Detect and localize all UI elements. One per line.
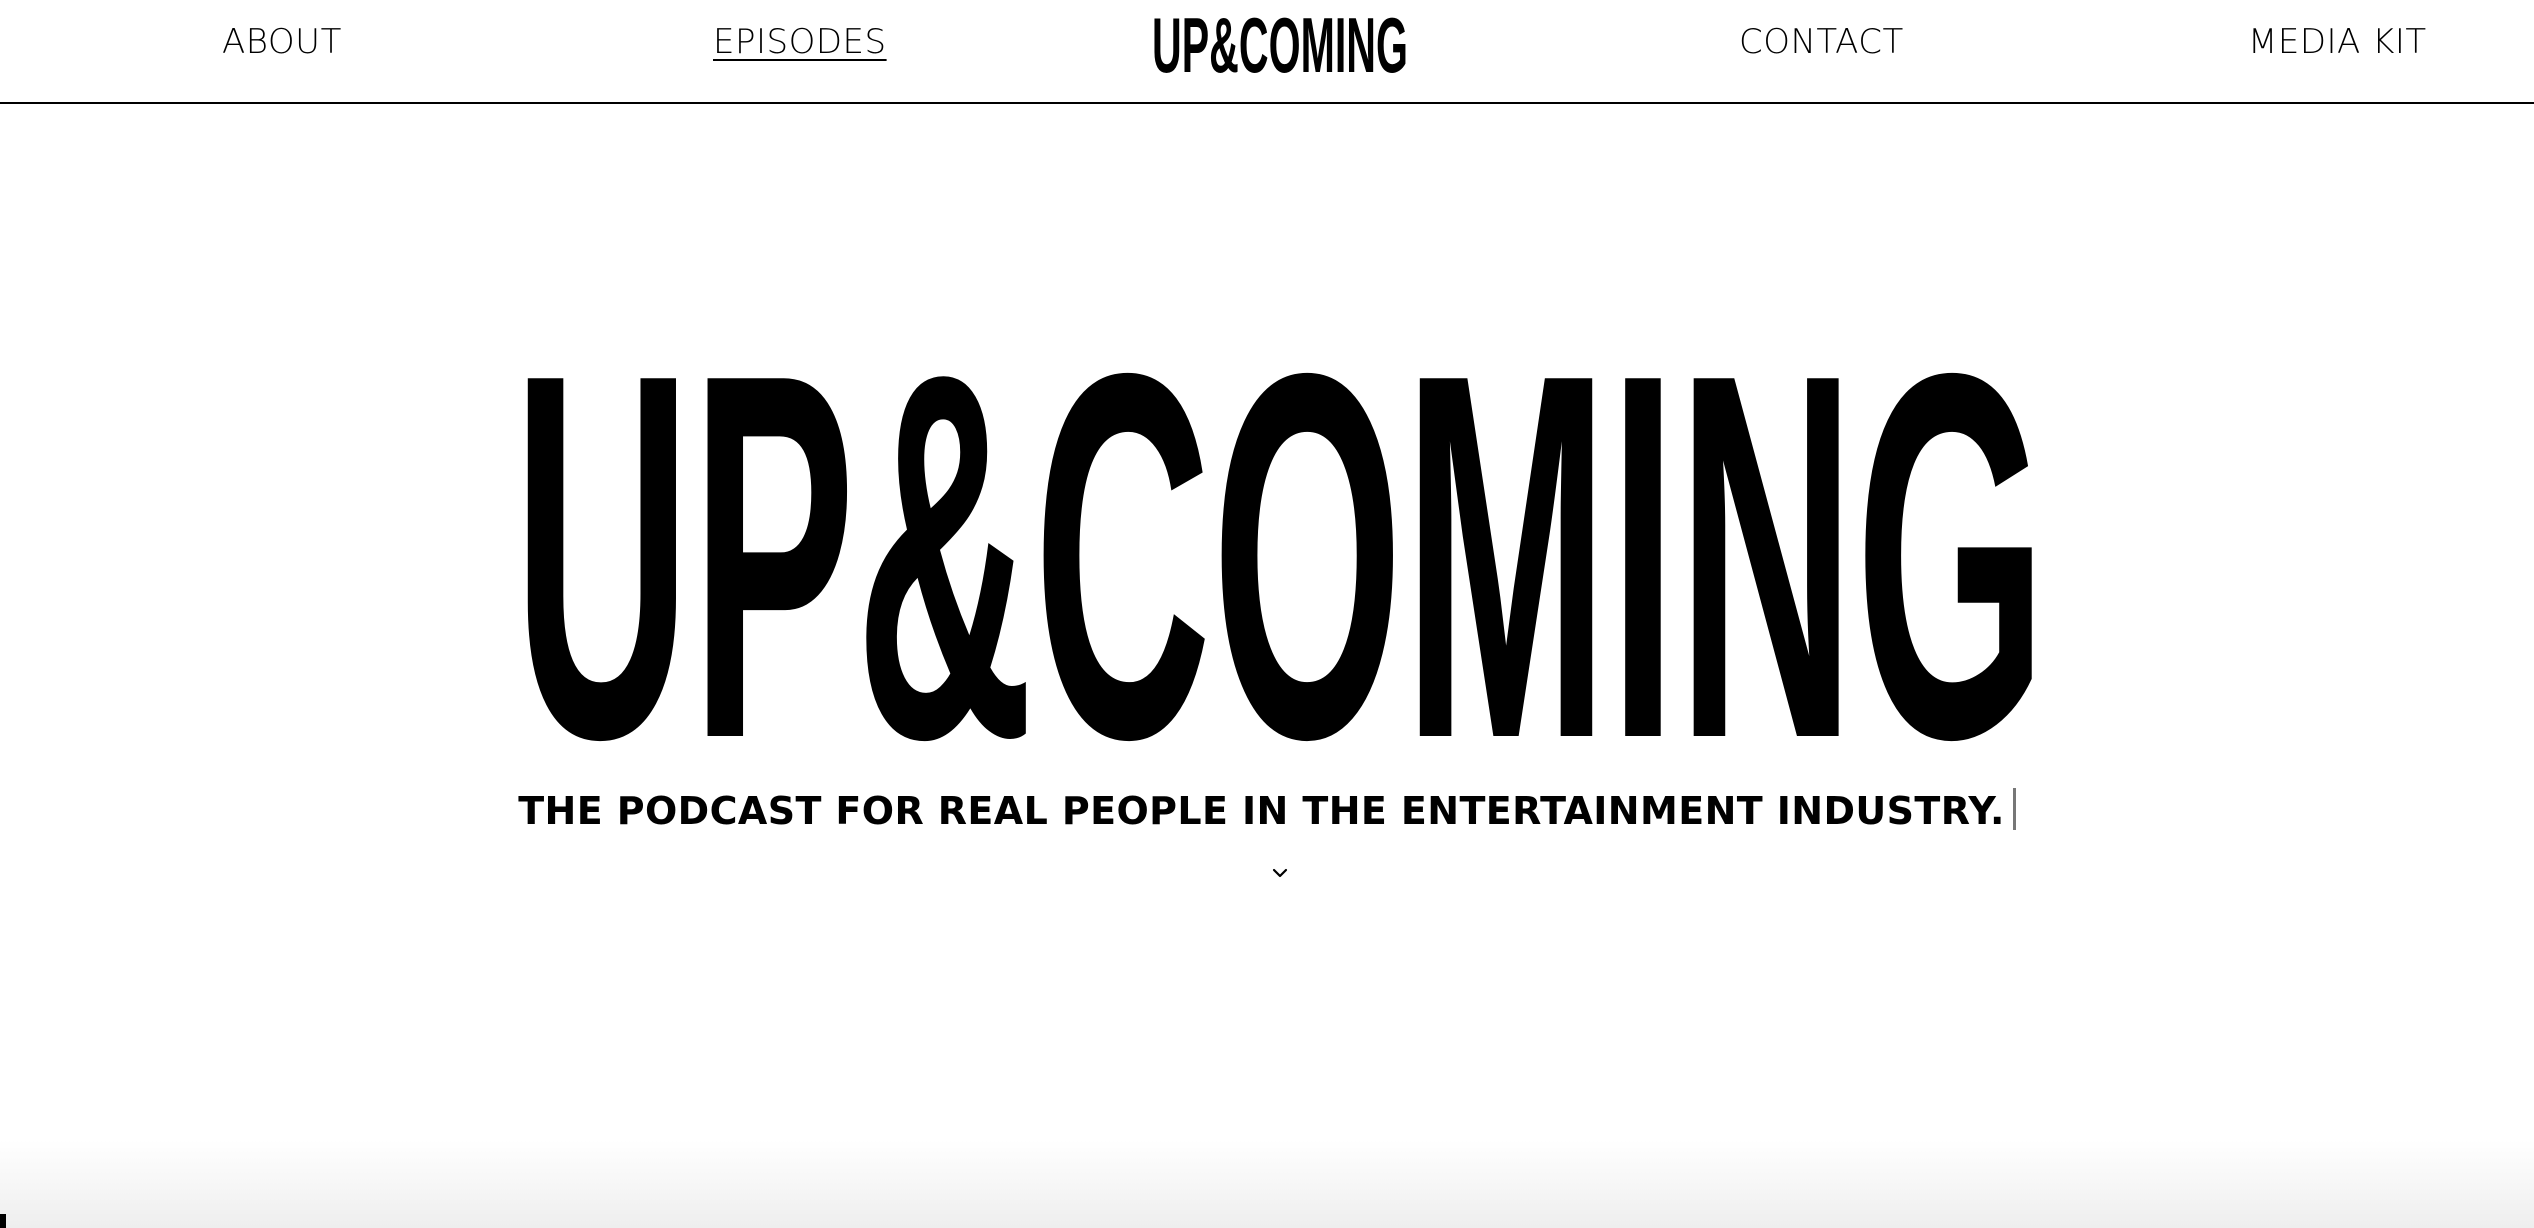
nav-logo-text: UP&COMING xyxy=(1152,8,1408,80)
corner-mark xyxy=(0,1214,6,1228)
chevron-down-icon[interactable] xyxy=(1268,864,1292,884)
typing-cursor xyxy=(2012,788,2016,830)
hero-logo-text: UP&COMING xyxy=(513,340,2047,745)
next-section-shadow xyxy=(0,1140,2534,1228)
hero-logo: UP&COMING xyxy=(513,340,2047,745)
nav-link-media-kit[interactable]: MEDIA KIT xyxy=(2248,22,2427,62)
nav-link-episodes[interactable]: EPISODES xyxy=(713,22,887,62)
nav-logo[interactable]: UP&COMING xyxy=(1150,8,1410,80)
nav-link-contact[interactable]: CONTACT xyxy=(1739,22,1904,62)
nav-link-about[interactable]: ABOUT xyxy=(222,22,342,62)
tagline: THE PODCAST FOR REAL PEOPLE IN THE ENTER… xyxy=(518,789,2005,833)
top-navigation: ABOUT EPISODES UP&COMING CONTACT MEDIA K… xyxy=(0,0,2534,104)
tagline-container: THE PODCAST FOR REAL PEOPLE IN THE ENTER… xyxy=(0,788,2534,833)
